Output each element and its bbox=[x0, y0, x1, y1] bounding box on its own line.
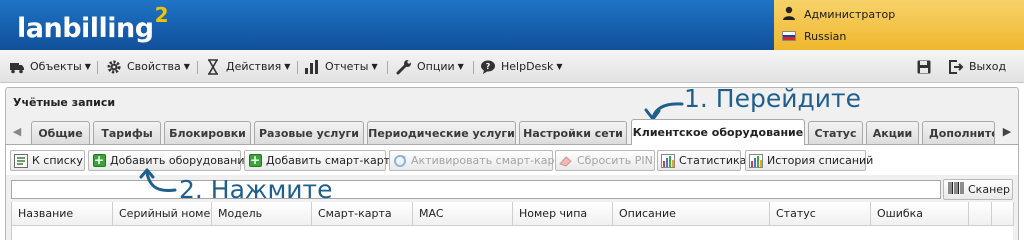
hourglass-icon bbox=[205, 58, 221, 75]
scanner-button[interactable]: Сканер bbox=[943, 179, 1013, 200]
chevron-down-icon: ▼ bbox=[183, 62, 190, 71]
arrow-right-icon: ▶ bbox=[1002, 125, 1012, 138]
save-button[interactable] bbox=[916, 50, 932, 83]
chevron-down-icon: ▼ bbox=[457, 62, 464, 71]
bar-chart-icon bbox=[661, 153, 675, 168]
tab-scroll-left-button[interactable]: ◀ bbox=[7, 119, 27, 143]
speech-bubble-icon: ? bbox=[480, 59, 496, 75]
tab-bar: ◀ Общие Тарифы Блокировки Разовые услуги… bbox=[5, 119, 1019, 145]
add-smart-card-button[interactable]: + Добавить смарт-карту bbox=[244, 150, 397, 171]
column-header-description[interactable]: Описание bbox=[613, 202, 770, 226]
tab-one-time-services[interactable]: Разовые услуги bbox=[254, 121, 364, 144]
user-name: Администратор bbox=[804, 7, 896, 21]
main-menu: Объекты ▼ Свойства ▼ Действия ▼ Отчеты ▼ Опц… bbox=[0, 50, 1024, 83]
plus-icon: + bbox=[92, 153, 106, 167]
menu-objects[interactable]: Объекты ▼ bbox=[9, 50, 91, 83]
tab-tariffs[interactable]: Тарифы bbox=[93, 121, 161, 144]
tab-network-settings[interactable]: Настройки сети bbox=[519, 121, 627, 144]
tab-status[interactable]: Статус bbox=[808, 121, 863, 144]
russian-flag-icon bbox=[782, 31, 796, 41]
menu-reports[interactable]: Отчеты ▼ bbox=[304, 50, 378, 83]
statistics-button[interactable]: Статистика bbox=[657, 150, 746, 171]
language-label: Russian bbox=[804, 29, 847, 43]
plus-icon: + bbox=[248, 153, 262, 167]
annotation-step-2: 2. Нажмите bbox=[179, 175, 333, 204]
floppy-icon bbox=[916, 59, 932, 75]
panel-title: Учётные записи bbox=[13, 96, 116, 109]
eraser-icon bbox=[559, 154, 573, 168]
user-menu[interactable]: Администратор bbox=[782, 5, 895, 23]
arrow-left-icon: ◀ bbox=[12, 125, 22, 138]
column-header-filler bbox=[992, 202, 1014, 226]
list-icon bbox=[14, 153, 28, 168]
truck-icon bbox=[9, 59, 25, 75]
reset-pin-button[interactable]: Сбросить PIN bbox=[555, 150, 655, 171]
chevron-down-icon: ▼ bbox=[556, 62, 563, 71]
menu-options[interactable]: Опции ▼ bbox=[396, 50, 464, 83]
app-logo[interactable]: lanbilling2 bbox=[17, 3, 169, 44]
menu-separator bbox=[473, 61, 474, 74]
wrench-icon bbox=[396, 59, 412, 75]
tab-promotions[interactable]: Акции bbox=[866, 121, 919, 144]
logout-button[interactable]: Выход bbox=[948, 50, 1006, 83]
annotation-arrow-2 bbox=[139, 168, 177, 192]
annotation-step-1: 1. Перейдите bbox=[684, 84, 861, 113]
user-icon bbox=[782, 6, 796, 23]
tab-additional[interactable]: Дополните bbox=[922, 121, 995, 144]
menu-separator bbox=[197, 61, 198, 74]
user-panel: Администратор Russian bbox=[774, 0, 1024, 50]
column-header-name[interactable]: Название bbox=[12, 202, 113, 226]
column-header-status[interactable]: Статус bbox=[770, 202, 871, 226]
app-header: lanbilling2 Администратор Russian bbox=[0, 0, 1024, 50]
refresh-icon bbox=[393, 154, 407, 168]
bar-chart-icon bbox=[304, 59, 320, 75]
svg-text:?: ? bbox=[486, 62, 491, 71]
menu-separator bbox=[97, 61, 98, 74]
column-header-error[interactable]: Ошибка bbox=[871, 202, 969, 226]
tab-periodic-services[interactable]: Периодические услуги bbox=[367, 121, 516, 144]
language-selector[interactable]: Russian bbox=[782, 27, 846, 45]
barcode-icon bbox=[948, 182, 964, 197]
logout-icon bbox=[948, 59, 964, 75]
chevron-down-icon: ▼ bbox=[371, 62, 378, 71]
column-header-mac[interactable]: MAC bbox=[413, 202, 513, 226]
menu-properties[interactable]: Свойства ▼ bbox=[106, 50, 190, 83]
tab-scroll-right-button[interactable]: ▶ bbox=[997, 119, 1017, 143]
bar-chart-icon bbox=[749, 153, 763, 168]
gear-icon bbox=[106, 59, 122, 75]
to-list-button[interactable]: К списку bbox=[10, 150, 85, 171]
column-header-filler bbox=[969, 202, 992, 226]
column-header-serial[interactable]: Серийный номер bbox=[113, 202, 212, 226]
chevron-down-icon: ▼ bbox=[284, 62, 291, 71]
column-header-smart-card[interactable]: Смарт-карта bbox=[312, 202, 413, 226]
equipment-grid: Название Серийный номер Модель Смарт-кар… bbox=[11, 202, 1014, 240]
tab-client-equipment[interactable]: Клиентское оборудование bbox=[631, 119, 805, 145]
menu-actions[interactable]: Действия ▼ bbox=[205, 50, 290, 83]
charge-history-button[interactable]: История списаний bbox=[745, 150, 873, 171]
activate-smart-card-button[interactable]: Активировать смарт-карту bbox=[389, 150, 567, 171]
tab-general[interactable]: Общие bbox=[31, 121, 90, 144]
tab-blocks[interactable]: Блокировки bbox=[164, 121, 251, 144]
column-header-model[interactable]: Модель bbox=[212, 202, 312, 226]
menu-helpdesk[interactable]: ? HelpDesk ▼ bbox=[480, 50, 563, 83]
column-header-chip-number[interactable]: Номер чипа bbox=[513, 202, 613, 226]
chevron-down-icon: ▼ bbox=[84, 62, 91, 71]
menu-separator bbox=[387, 61, 388, 74]
menu-separator bbox=[297, 61, 298, 74]
